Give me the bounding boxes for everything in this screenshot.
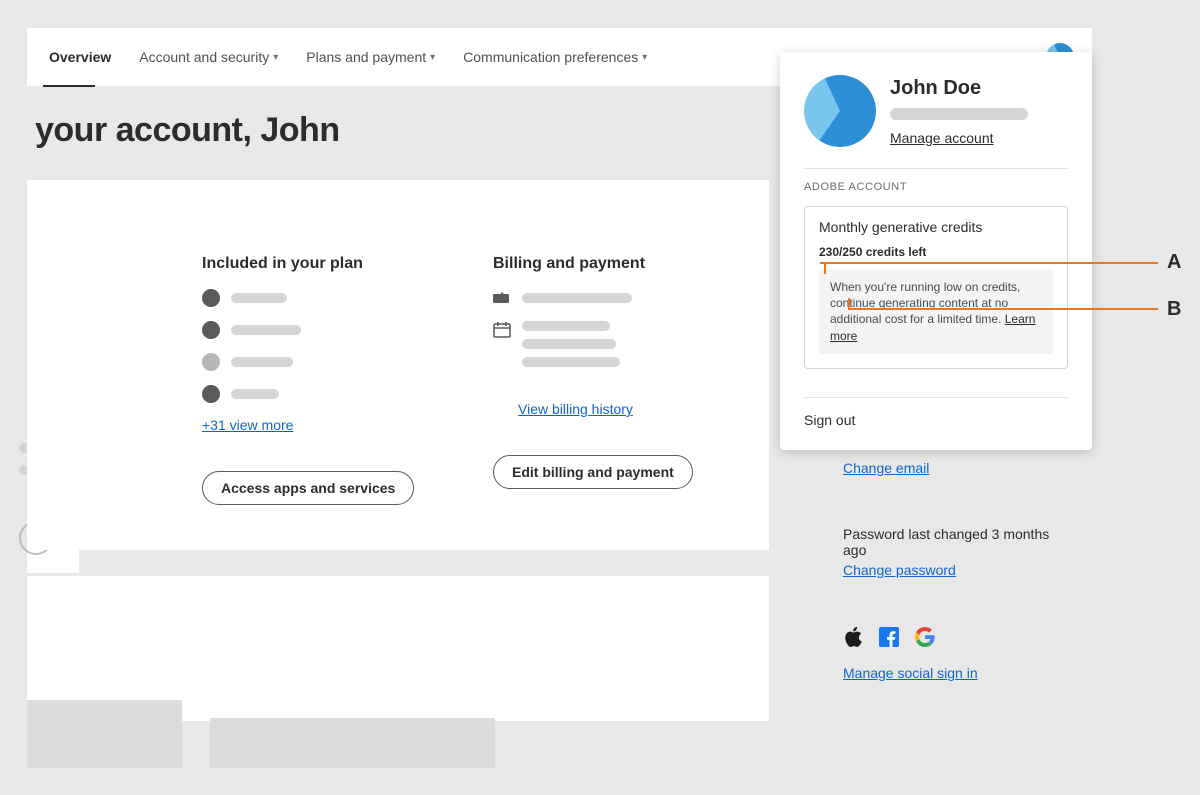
- security-column: Change email Password last changed 3 mon…: [843, 460, 1073, 683]
- nav-tabs: Overview Account and security ▾ Plans and…: [35, 28, 661, 86]
- social-providers: [843, 626, 1073, 653]
- plan-column: Included in your plan +31 view more Acce…: [202, 255, 442, 505]
- plan-item: [202, 385, 442, 403]
- popup-header: John Doe Manage account: [804, 75, 1068, 148]
- plan-item: [202, 289, 442, 307]
- divider: [804, 397, 1068, 398]
- chevron-down-icon: ▾: [273, 52, 278, 63]
- facebook-icon: [879, 627, 899, 652]
- tab-communication-prefs[interactable]: Communication preferences ▾: [449, 28, 661, 86]
- billing-history-link[interactable]: View billing history: [518, 401, 633, 417]
- tab-label: Communication preferences: [463, 49, 638, 65]
- access-apps-button[interactable]: Access apps and services: [202, 471, 414, 505]
- google-icon: [915, 627, 935, 652]
- billing-row: [493, 321, 743, 367]
- callout-tick-a: [824, 262, 826, 274]
- billing-column: Billing and payment View billing history…: [493, 255, 743, 489]
- plan-item: [202, 321, 442, 339]
- callout-tick-b: [848, 298, 850, 310]
- tab-account-security[interactable]: Account and security ▾: [125, 28, 292, 86]
- view-more-link[interactable]: +31 view more: [202, 417, 293, 433]
- avatar-large: [804, 75, 876, 147]
- chevron-down-icon: ▾: [642, 52, 647, 63]
- manage-social-link[interactable]: Manage social sign in: [843, 665, 978, 681]
- credits-note-text: When you're running low on credits, cont…: [830, 280, 1020, 326]
- tab-overview[interactable]: Overview: [35, 28, 125, 86]
- main-card: Included in your plan +31 view more Acce…: [27, 180, 769, 550]
- change-email-link[interactable]: Change email: [843, 460, 929, 476]
- section-label: ADOBE ACCOUNT: [804, 181, 1068, 193]
- tab-plans-payment[interactable]: Plans and payment ▾: [292, 28, 449, 86]
- callout-label-a: A: [1167, 251, 1181, 274]
- tab-label: Plans and payment: [306, 49, 426, 65]
- callout-line-a: [820, 262, 1158, 264]
- callout-label-b: B: [1167, 298, 1181, 321]
- bottom-stub: [27, 700, 182, 768]
- tab-label: Account and security: [139, 49, 269, 65]
- credits-remaining: 230/250 credits left: [819, 245, 1053, 259]
- calendar-icon: [493, 321, 511, 339]
- edit-billing-button[interactable]: Edit billing and payment: [493, 455, 693, 489]
- bottom-stub: [210, 718, 495, 768]
- credits-box: Monthly generative credits 230/250 credi…: [804, 206, 1068, 369]
- manage-account-link[interactable]: Manage account: [890, 130, 994, 146]
- billing-title: Billing and payment: [493, 255, 743, 273]
- plan-title: Included in your plan: [202, 255, 442, 273]
- credits-note: When you're running low on credits, cont…: [819, 269, 1053, 354]
- apple-icon: [843, 626, 863, 653]
- email-placeholder: [890, 108, 1028, 120]
- card-icon: [493, 289, 511, 307]
- password-status: Password last changed 3 months ago: [843, 526, 1073, 558]
- chevron-down-icon: ▾: [430, 52, 435, 63]
- account-popup: John Doe Manage account ADOBE ACCOUNT Mo…: [780, 52, 1092, 450]
- credits-title: Monthly generative credits: [819, 219, 1053, 235]
- change-password-link[interactable]: Change password: [843, 562, 956, 578]
- plan-item: [202, 353, 442, 371]
- divider: [804, 168, 1068, 169]
- billing-row: [493, 289, 743, 307]
- user-name: John Doe: [890, 77, 1028, 100]
- callout-line-b: [848, 308, 1158, 310]
- sign-out-button[interactable]: Sign out: [804, 406, 1068, 434]
